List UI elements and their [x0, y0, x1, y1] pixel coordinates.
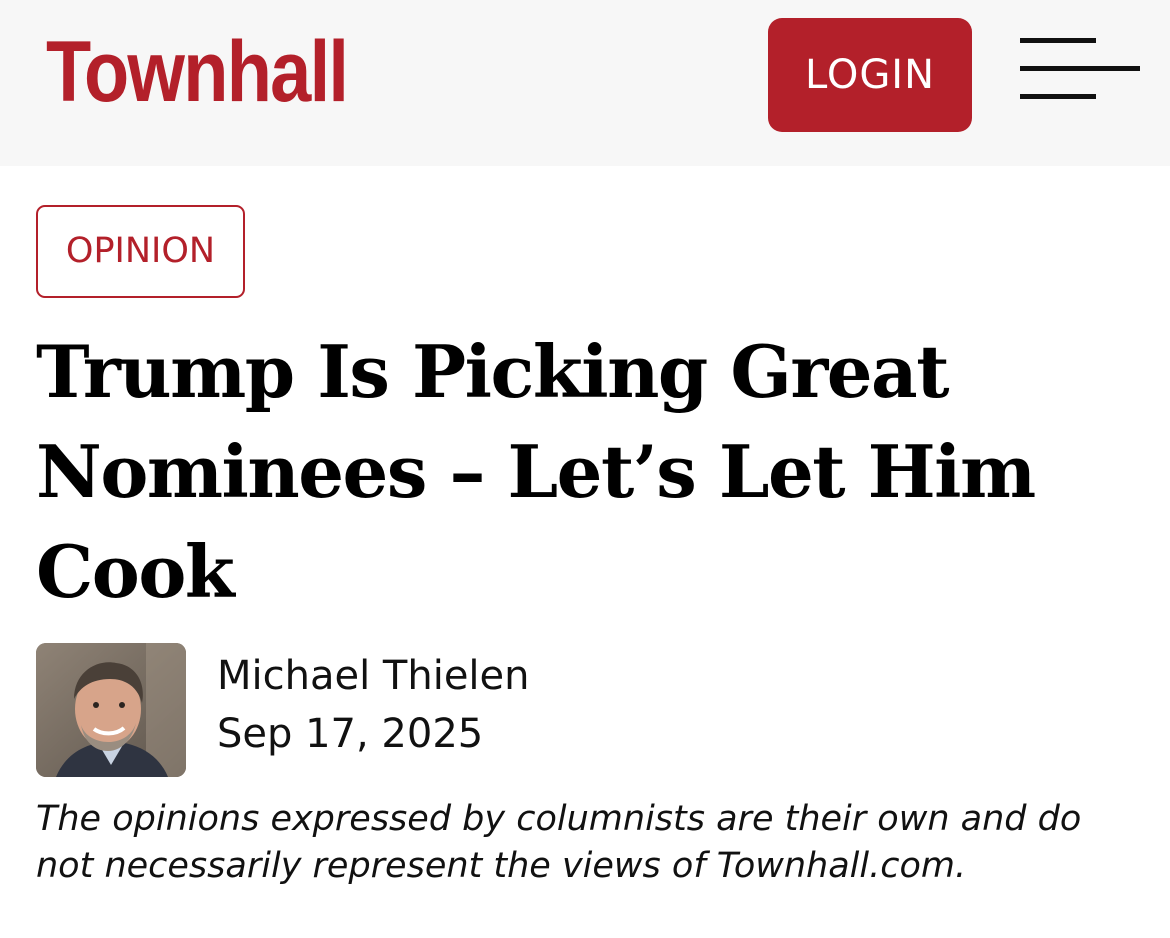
menu-line: [1020, 66, 1140, 71]
author-name[interactable]: Michael Thielen: [217, 650, 530, 702]
author-photo-icon: [36, 643, 186, 777]
townhall-logo[interactable]: Townhall: [46, 22, 349, 122]
login-button[interactable]: LOGIN: [768, 18, 972, 132]
author-avatar[interactable]: [36, 643, 186, 777]
menu-line: [1020, 38, 1096, 43]
category-tag-opinion[interactable]: OPINION: [36, 205, 245, 298]
article-headline: Trump Is Picking Great Nominees – Let’s …: [36, 329, 1036, 614]
site-header: Townhall LOGIN: [0, 0, 1170, 166]
menu-line: [1020, 94, 1096, 99]
hamburger-menu-icon[interactable]: [1020, 38, 1140, 100]
publish-date: Sep 17, 2025: [217, 711, 484, 757]
opinion-disclaimer: The opinions expressed by columnists are…: [36, 799, 1082, 886]
